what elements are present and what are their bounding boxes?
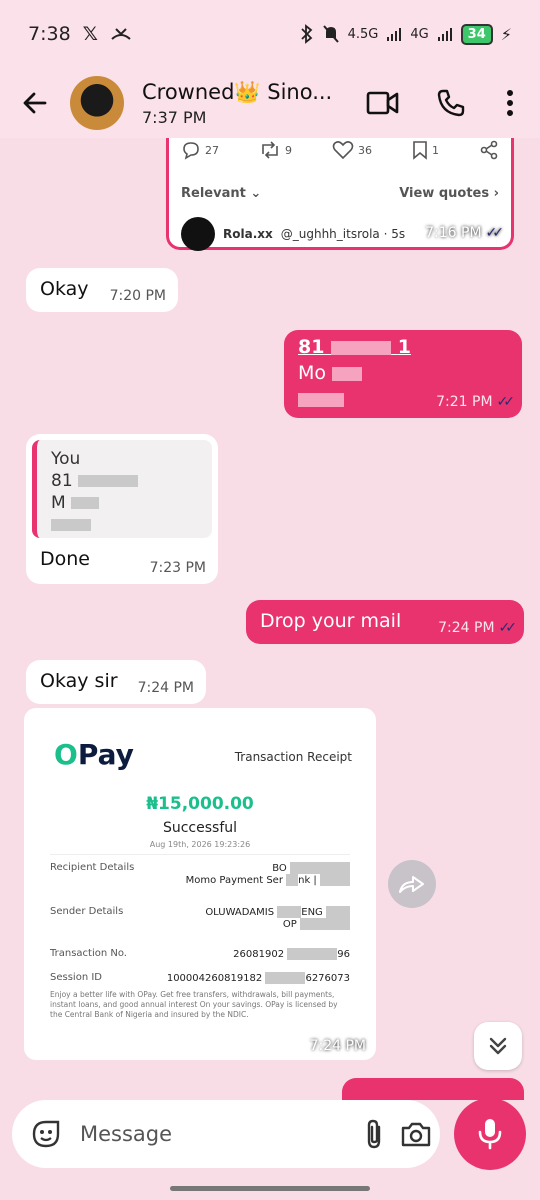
incoming-message[interactable]: Okay 7:20 PM	[26, 268, 178, 312]
camera-icon	[401, 1122, 431, 1147]
contact-last-seen: 7:37 PM	[142, 107, 207, 127]
tweet-author-name: Rola.xx	[223, 227, 273, 241]
read-receipt-icon: ✓✓	[496, 394, 516, 410]
battery-indicator: 34	[460, 23, 493, 45]
phone-icon	[437, 89, 465, 117]
receipt-date: Aug 19th, 2026 19:23:26	[149, 840, 251, 849]
read-receipt-icon: ✓✓	[485, 225, 505, 241]
message-input[interactable]	[80, 1122, 348, 1146]
more-options-button[interactable]	[500, 84, 520, 122]
repost-count: 9	[285, 143, 292, 157]
signal-icon	[387, 28, 402, 41]
message-text: Okay	[40, 278, 89, 300]
scroll-to-bottom-button[interactable]	[474, 1022, 522, 1070]
message-text: 81	[298, 336, 325, 358]
quote-text: M	[51, 493, 66, 513]
x-icon: 𝕏	[82, 23, 98, 45]
voice-message-button[interactable]	[454, 1098, 526, 1170]
home-indicator[interactable]	[170, 1186, 370, 1191]
message-text: 1	[397, 336, 411, 358]
contact-avatar[interactable]	[70, 76, 124, 130]
tweet-author-handle: @_ughhh_itsrola · 5s	[280, 227, 406, 241]
receipt-image: OPay Transaction Receipt ₦15,000.00 Succ…	[30, 714, 370, 1054]
message-text: Okay sir	[40, 670, 118, 692]
forward-icon	[399, 876, 424, 893]
outgoing-message[interactable]: 81 1 Mo 7:21 PM ✓✓	[284, 330, 522, 418]
tweet-sort-label: Relevant ⌄	[181, 186, 262, 201]
incoming-message[interactable]: Okay sir 7:24 PM	[26, 660, 206, 704]
bookmark-count: 1	[432, 143, 439, 157]
video-call-button[interactable]	[364, 84, 402, 122]
receipt-row: Transaction No. 26081902 96	[50, 948, 350, 960]
receipt-row: Session ID 100004260819182 6276073	[50, 972, 350, 984]
more-vertical-icon	[507, 90, 513, 116]
camera-button[interactable]	[400, 1114, 432, 1154]
mute-icon	[322, 25, 339, 43]
view-quotes-label: View quotes ›	[399, 186, 499, 201]
receipt-status: Successful	[162, 820, 238, 836]
tweet-author-avatar	[181, 217, 215, 251]
status-bar: 7:38 𝕏 4.5G 4G 34 ⚡	[0, 0, 540, 68]
message-time: 7:24 PM	[309, 1038, 366, 1054]
double-chevron-down-icon	[489, 1037, 507, 1055]
image-message-tweet[interactable]: 27 9 36 1 Relevant ⌄ View quotes › Rola.…	[166, 138, 514, 251]
network-label-1: 4.5G	[347, 26, 379, 42]
video-camera-icon	[366, 91, 399, 115]
paperclip-icon	[367, 1119, 381, 1149]
reply-icon	[183, 142, 199, 160]
back-button[interactable]	[0, 89, 70, 117]
incoming-reply-message[interactable]: You 81 M Done 7:23 PM	[26, 434, 218, 584]
network-label-2: 4G	[410, 26, 429, 42]
message-time: 7:20 PM	[109, 288, 166, 304]
receipt-row: Recipient Details BO Momo Payment Ser nk…	[50, 862, 350, 886]
microphone-icon	[478, 1119, 502, 1150]
receipt-amount: ₦15,000.00	[146, 794, 254, 814]
like-count: 36	[358, 143, 372, 157]
share-icon	[480, 140, 498, 160]
opay-logo: OPay	[54, 738, 134, 771]
reply-count: 27	[205, 143, 219, 157]
message-composer	[12, 1100, 440, 1168]
message-text: Done	[40, 548, 90, 570]
contact-name: Crowned👑 Sino...	[142, 79, 333, 104]
contact-info[interactable]: Crowned👑 Sino... 7:37 PM	[142, 80, 364, 127]
sticker-icon	[32, 1120, 60, 1148]
bluetooth-icon	[300, 24, 312, 44]
arrow-left-icon	[23, 92, 47, 114]
voice-call-button[interactable]	[432, 84, 470, 122]
chat-messages[interactable]: 27 9 36 1 Relevant ⌄ View quotes › Rola.…	[0, 138, 540, 1100]
message-time: 7:21 PM ✓✓	[436, 394, 516, 410]
receipt-title: Transaction Receipt	[234, 750, 352, 764]
tweet-stats: 27 9 36 1	[181, 138, 499, 160]
message-time: 7:24 PM ✓✓	[438, 620, 518, 636]
message-time: 7:16 PM ✓✓	[425, 225, 505, 241]
receipt-row: Sender Details OLUWADAMIS ENG OP	[50, 906, 350, 930]
outgoing-message[interactable]: Drop your mail 7:24 PM ✓✓	[246, 600, 524, 644]
attach-button[interactable]	[362, 1114, 386, 1154]
read-receipt-icon: ✓✓	[498, 620, 518, 636]
chat-header: Crowned👑 Sino... 7:37 PM	[0, 68, 540, 138]
message-text: Drop your mail	[260, 610, 402, 632]
outgoing-message-partial[interactable]	[342, 1078, 524, 1100]
charging-icon: ⚡	[500, 24, 512, 44]
status-time: 7:38	[28, 23, 71, 45]
signal-icon	[437, 28, 452, 41]
forward-button[interactable]	[388, 860, 436, 908]
repost-icon	[262, 141, 278, 159]
quote-author: You	[51, 449, 81, 469]
sticker-button[interactable]	[30, 1114, 62, 1154]
heart-icon	[332, 141, 354, 160]
quoted-message[interactable]: You 81 M	[32, 440, 212, 538]
message-time: 7:24 PM	[137, 680, 194, 696]
message-time: 7:23 PM	[149, 560, 206, 576]
quote-text: 81	[51, 471, 73, 491]
image-message-receipt[interactable]: OPay Transaction Receipt ₦15,000.00 Succ…	[24, 708, 376, 1060]
missed-call-icon	[111, 28, 131, 40]
message-text: Mo	[298, 362, 327, 384]
receipt-footer: Enjoy a better life with OPay. Get free …	[50, 990, 338, 1019]
bookmark-icon	[413, 141, 427, 160]
